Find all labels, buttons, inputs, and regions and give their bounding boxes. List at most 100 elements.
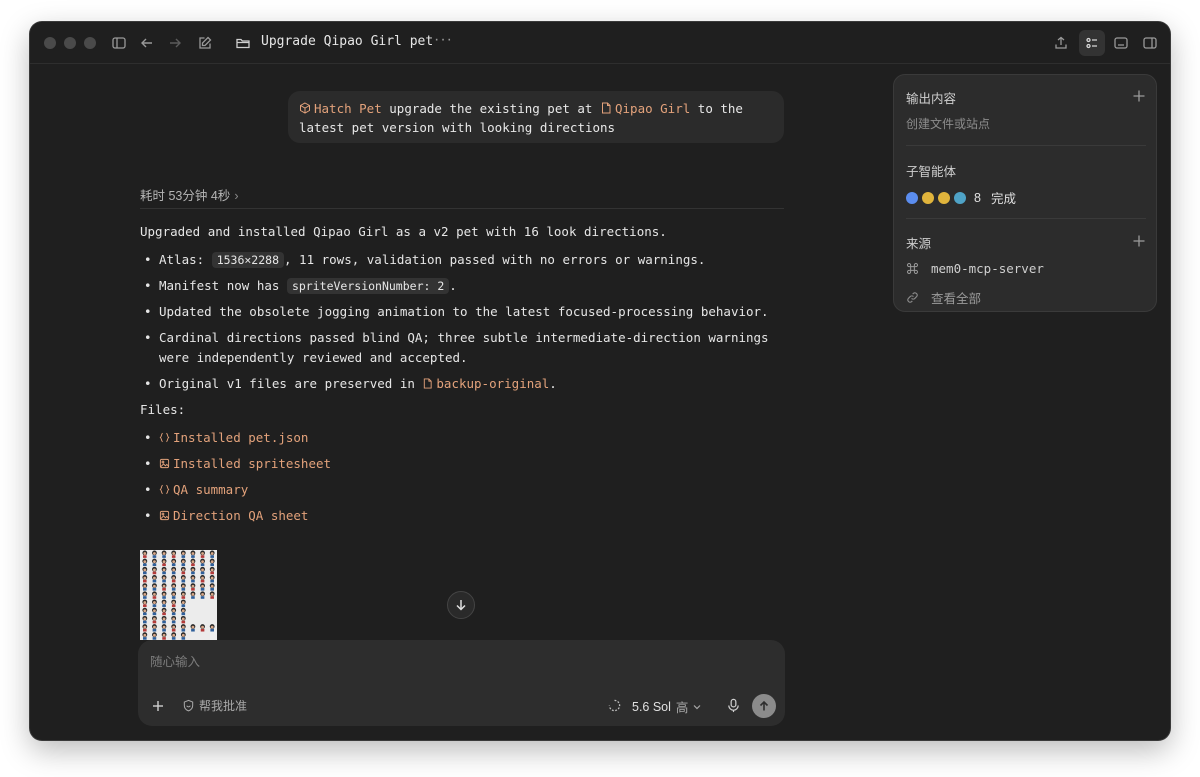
message-composer: 帮我批准 5.6 Sol 高	[138, 640, 785, 726]
model-selector[interactable]: 5.6 Sol 高	[632, 697, 702, 716]
context-side-panel: 输出内容 创建文件或站点 子智能体 8 完成 来源 mem0-mcp-serve…	[893, 74, 1157, 312]
files-heading: Files:	[140, 402, 186, 417]
bullet-manifest: Manifest now has spriteVersionNumber: 2.	[140, 276, 784, 296]
image-icon	[159, 510, 170, 521]
elapsed-time-toggle[interactable]: 耗时 53分钟 4秒 ›	[140, 185, 238, 204]
auto-approve-button[interactable]: 帮我批准	[182, 697, 247, 714]
model-name: 5.6 Sol	[632, 699, 671, 714]
divider	[906, 145, 1146, 146]
spritesheet-thumbnail[interactable]	[140, 550, 217, 640]
file-link[interactable]: Direction QA sheet	[159, 508, 308, 523]
task-list-icon[interactable]	[1083, 34, 1101, 52]
subagent-avatar	[938, 191, 950, 204]
bullet-text: Manifest now has	[159, 278, 280, 293]
json-braces-icon	[159, 484, 170, 495]
create-file-or-site[interactable]: 创建文件或站点	[906, 115, 990, 132]
back-arrow-icon[interactable]	[138, 34, 156, 52]
backup-folder-link[interactable]: backup-original	[422, 376, 549, 391]
folder-icon	[234, 34, 252, 52]
auto-approve-label: 帮我批准	[199, 699, 248, 713]
subagents-section-title: 子智能体	[906, 165, 957, 179]
link-icon	[907, 292, 918, 303]
add-attachment-icon[interactable]	[150, 698, 166, 714]
inline-code: 1536×2288	[211, 252, 284, 268]
right-panel-toggle-icon[interactable]	[1141, 34, 1159, 52]
title-bar: Upgrade Qipao Girl pet ···	[30, 22, 1170, 64]
source-label: mem0-mcp-server	[931, 261, 1044, 276]
image-icon	[159, 458, 170, 469]
arrow-up-icon	[759, 700, 769, 711]
file-item: Direction QA sheet	[140, 506, 784, 526]
file-item: Installed pet.json	[140, 428, 784, 448]
folder-chip[interactable]: Qipao Girl	[600, 101, 690, 116]
json-braces-icon	[159, 432, 170, 443]
files-list: Installed pet.json Installed spritesheet…	[140, 428, 784, 526]
inline-code: spriteVersionNumber: 2	[286, 278, 450, 294]
user-message-bubble: Hatch Pet upgrade the existing pet at Qi…	[288, 91, 784, 143]
subagent-avatar	[906, 191, 918, 204]
sidebar-toggle-icon[interactable]	[110, 34, 128, 52]
response-summary: Upgraded and installed Qipao Girl as a v…	[140, 224, 667, 239]
minimize-window-button[interactable]	[64, 37, 76, 49]
bullet-qa: Cardinal directions passed blind QA; thr…	[140, 328, 784, 368]
bullet-text: .	[549, 376, 557, 391]
add-source-icon[interactable]	[1132, 234, 1146, 248]
file-link-label: Installed spritesheet	[173, 456, 332, 471]
loading-spinner-icon	[608, 699, 621, 712]
close-window-button[interactable]	[44, 37, 56, 49]
new-chat-edit-icon[interactable]	[196, 34, 214, 52]
subagents-status[interactable]: 8 完成	[906, 188, 1016, 207]
bullet-atlas: Atlas: 1536×2288, 11 rows, validation pa…	[140, 250, 784, 270]
user-message-text-1: upgrade the existing pet at	[389, 101, 593, 116]
command-icon	[907, 263, 918, 274]
backup-folder-link-label: backup-original	[436, 376, 550, 391]
reasoning-level: 高	[675, 701, 689, 715]
file-link[interactable]: Installed spritesheet	[159, 456, 331, 471]
message-input[interactable]	[150, 652, 750, 672]
divider	[906, 218, 1146, 219]
arrow-down-icon	[456, 600, 466, 611]
forward-arrow-icon[interactable]	[166, 34, 184, 52]
sources-section-title: 来源	[906, 237, 932, 251]
response-bullets: Atlas: 1536×2288, 11 rows, validation pa…	[140, 250, 784, 394]
chevron-right-icon: ›	[234, 189, 239, 203]
file-link-label: Direction QA sheet	[173, 508, 309, 523]
view-all-sources[interactable]: 查看全部	[906, 288, 981, 307]
file-item: Installed spritesheet	[140, 454, 784, 474]
subagent-avatar	[922, 191, 934, 204]
view-all-label: 查看全部	[931, 292, 982, 306]
output-section-title: 输出内容	[906, 92, 957, 106]
subagent-status-label: 完成	[990, 192, 1016, 206]
bullet-animation: Updated the obsolete jogging animation t…	[140, 302, 784, 322]
skill-chip-label: Hatch Pet	[314, 101, 382, 116]
file-link-label: Installed pet.json	[173, 430, 309, 445]
bullet-text: , 11 rows, validation passed with no err…	[284, 252, 706, 267]
bullet-text: Original v1 files are preserved in	[159, 376, 415, 391]
spritesheet-preview-image	[142, 550, 215, 640]
elapsed-time-label: 耗时 53分钟 4秒	[140, 189, 231, 203]
chevron-down-icon	[694, 704, 701, 709]
file-item: QA summary	[140, 480, 784, 500]
subagent-count: 8	[974, 190, 981, 205]
divider	[140, 208, 784, 209]
add-output-icon[interactable]	[1132, 89, 1146, 103]
more-options-icon[interactable]: ···	[434, 31, 453, 49]
source-item-mem0[interactable]: mem0-mcp-server	[906, 261, 1044, 276]
scroll-to-bottom-button[interactable]	[447, 591, 475, 619]
microphone-icon[interactable]	[726, 698, 741, 713]
window-title: Upgrade Qipao Girl pet	[261, 34, 434, 49]
send-button[interactable]	[752, 694, 776, 718]
subagent-avatar	[954, 191, 966, 204]
file-link[interactable]: QA summary	[159, 482, 248, 497]
share-upload-icon[interactable]	[1052, 34, 1070, 52]
bullet-text: Atlas:	[159, 252, 205, 267]
bullet-backup: Original v1 files are preserved in backu…	[140, 374, 784, 394]
terminal-panel-icon[interactable]	[1112, 34, 1130, 52]
file-link[interactable]: Installed pet.json	[159, 430, 308, 445]
assistant-response: Upgraded and installed Qipao Girl as a v…	[140, 222, 784, 532]
zoom-window-button[interactable]	[84, 37, 96, 49]
bullet-text: .	[449, 278, 457, 293]
shield-smile-icon	[183, 699, 194, 712]
app-window: Upgrade Qipao Girl pet ··· Hatch Pet upg…	[30, 22, 1170, 740]
skill-chip[interactable]: Hatch Pet	[299, 101, 382, 116]
